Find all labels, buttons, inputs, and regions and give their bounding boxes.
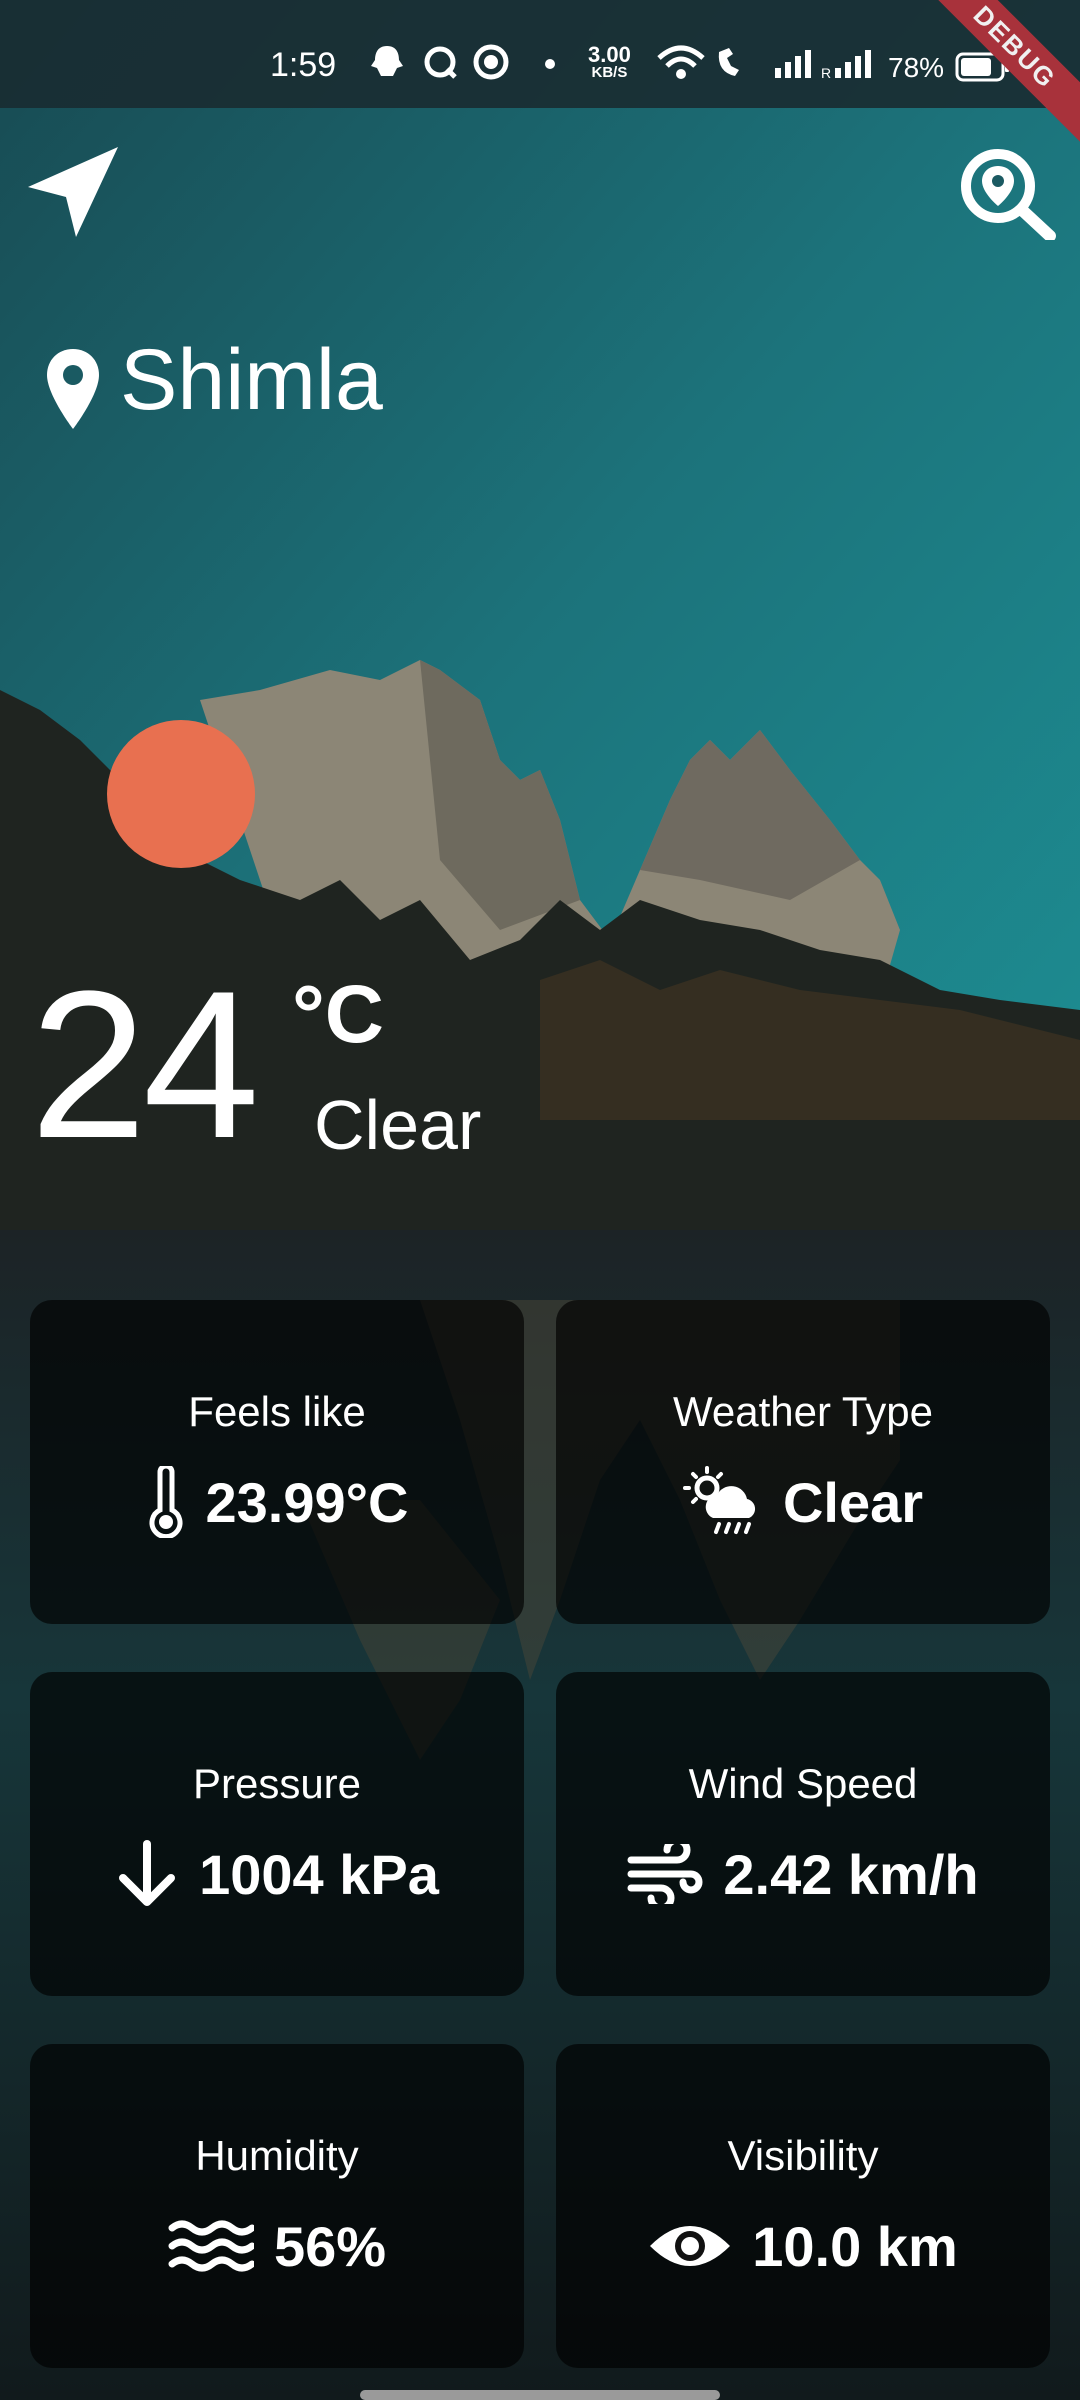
card-value: 23.99°C (205, 1470, 409, 1534)
temperature-unit: °C (292, 969, 385, 1060)
card-label: Pressure (192, 1760, 362, 1807)
humidity-card: Humidity 56% (30, 2044, 524, 2368)
card-label: Wind Speed (688, 1760, 918, 1807)
status-bar: 1:59 3.00 KB/S R 78% DEBUG (0, 0, 1080, 151)
card-value: 56% (273, 2214, 387, 2278)
navigation-arrow-icon[interactable] (26, 145, 120, 239)
home-indicator[interactable] (360, 2390, 720, 2400)
location-search-icon[interactable] (960, 148, 1056, 240)
eye-icon (650, 2226, 731, 2266)
sun-icon (107, 720, 255, 868)
card-label: Feels like (188, 1388, 366, 1435)
arrow-down-icon (119, 1840, 176, 1906)
weather-type-card: Weather Type Clear (556, 1300, 1050, 1624)
card-label: Visibility (727, 2132, 879, 2179)
thermometer-icon (149, 1466, 182, 1538)
notification-icons (371, 44, 555, 80)
card-value: Clear (782, 1470, 924, 1534)
net-speed: 3.00 KB/S (588, 42, 631, 82)
city-name: Shimla (120, 332, 383, 428)
wind-speed-card: Wind Speed 2.42 km/h (556, 1672, 1050, 1996)
sun-cloud-rain-icon (682, 1466, 756, 1534)
svg-text:R: R (821, 65, 831, 81)
feels-like-card: Feels like 23.99°C (30, 1300, 524, 1624)
card-value: 1004 kPa (199, 1842, 439, 1906)
weather-condition: Clear (314, 1086, 482, 1164)
card-value: 10.0 km (752, 2214, 958, 2278)
waves-icon (168, 2220, 254, 2272)
signal-icons: R (657, 45, 871, 81)
temperature-value: 24 (30, 947, 260, 1182)
location-pin-icon (47, 349, 99, 429)
visibility-card: Visibility 10.0 km (556, 2044, 1050, 2368)
battery-level: 78% (888, 52, 945, 83)
pressure-card: Pressure 1004 kPa (30, 1672, 524, 1996)
status-time: 1:59 (270, 46, 337, 84)
card-label: Weather Type (673, 1388, 933, 1435)
card-label: Humidity (195, 2132, 359, 2179)
card-value: 2.42 km/h (723, 1842, 979, 1906)
wind-icon (627, 1844, 703, 1904)
